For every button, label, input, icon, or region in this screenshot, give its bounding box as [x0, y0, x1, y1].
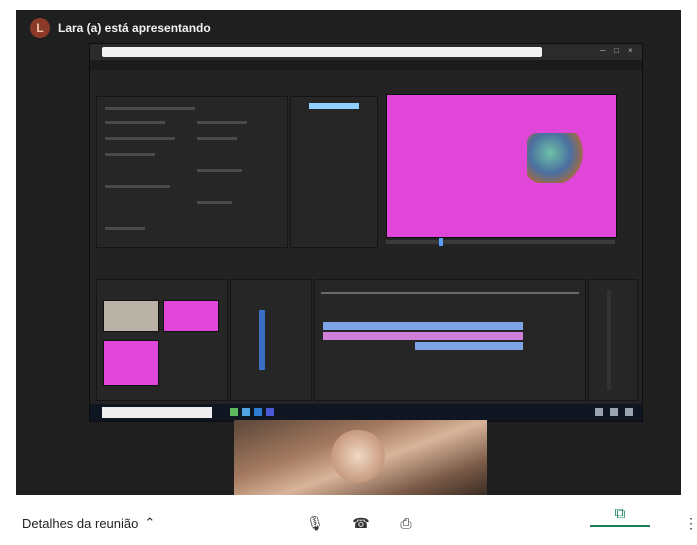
meeting-stage: L Lara (a) está apresentando ─ □ × [16, 10, 681, 495]
meeting-details-label: Detalhes da reunião [22, 515, 139, 531]
hang-up-button[interactable]: ☎ [351, 513, 371, 533]
microphone-icon: 🎙 [306, 514, 324, 531]
media-thumbnail [103, 340, 159, 386]
program-monitor [386, 94, 617, 238]
effect-controls-panel [96, 96, 288, 248]
timeline-panel [314, 279, 586, 401]
audio-meters [588, 279, 638, 401]
media-thumbnail [103, 300, 159, 332]
tray-icon [595, 408, 603, 416]
tray-icon [610, 408, 618, 416]
more-vertical-icon: ⋮ [684, 515, 697, 531]
video-clip [323, 322, 523, 330]
monitor-scrubber [386, 238, 615, 246]
minimize-icon: ─ [600, 46, 606, 55]
media-thumbnail [163, 300, 219, 332]
tray-icon [625, 408, 633, 416]
close-icon: × [628, 46, 633, 55]
participant-video [234, 420, 487, 495]
lumetri-panel [290, 96, 378, 248]
taskbar [90, 404, 642, 421]
tools-panel [230, 279, 312, 401]
chevron-up-icon: ⌃ [144, 515, 156, 530]
browser-bar: ─ □ × [90, 44, 642, 60]
meeting-details-button[interactable]: Detalhes da reunião ⌃ [22, 515, 155, 531]
project-panel [96, 279, 228, 401]
more-options-button[interactable]: ⋮ [684, 515, 697, 532]
taskbar-search [102, 407, 212, 418]
maximize-icon: □ [614, 46, 619, 55]
presenter-name: Lara (a) está apresentando [58, 21, 211, 35]
presenter-header: L Lara (a) está apresentando [30, 18, 211, 38]
presenter-avatar: L [30, 18, 50, 38]
app-icon [230, 408, 238, 416]
preview-object [527, 133, 585, 183]
avatar-initial: L [36, 21, 44, 35]
mic-button[interactable]: 🎙 [305, 513, 325, 533]
participant-face [328, 430, 388, 488]
meeting-controls: Detalhes da reunião ⌃ 🎙 ☎ ⎙ ⧉ ⋮ [0, 495, 697, 545]
camera-button[interactable]: ⎙ [396, 513, 416, 533]
app-icon [254, 408, 262, 416]
present-underline [590, 525, 650, 527]
app-icon [242, 408, 250, 416]
video-camera-icon: ⎙ [400, 514, 412, 531]
hang-up-icon: ☎ [352, 514, 370, 531]
editor-menu-bar [90, 60, 642, 70]
video-clip [323, 332, 523, 340]
playhead-icon [439, 238, 443, 246]
present-screen-icon: ⧉ [614, 505, 626, 522]
shared-screen: ─ □ × [89, 43, 643, 422]
present-button[interactable]: ⧉ [580, 505, 660, 541]
address-bar [102, 47, 542, 57]
app-icon [266, 408, 274, 416]
audio-clip [415, 342, 523, 350]
